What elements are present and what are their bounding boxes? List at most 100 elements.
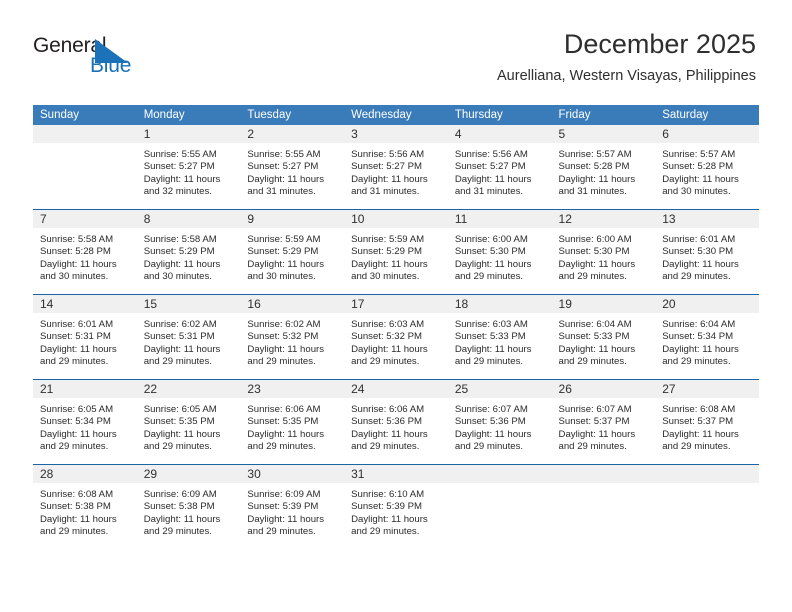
day-cell-inner: 25 Sunrise: 6:07 AM Sunset: 5:36 PM Dayligh… [447,380,552,464]
sunrise-text: Sunrise: 5:55 AM [247,149,321,160]
sunset-text: Sunset: 5:33 PM [454,331,526,343]
day-details: Sunrise: 6:06 AM Sunset: 5:36 PM Daylight:… [344,398,448,454]
calendar-day-cell[interactable]: 30 Sunrise: 6:09 AM Sunset: 5:39 PM Dayligh… [240,464,345,549]
day-number: 11 [447,210,552,228]
daylight-text-line2: and 31 minutes. [247,186,316,198]
daylight-text-line2: and 29 minutes. [351,356,420,368]
sunset-text: Sunset: 5:35 PM [143,416,215,428]
day-cell-inner: 13 Sunrise: 6:01 AM Sunset: 5:30 PM Dayligh… [655,210,759,294]
sunset-text: Sunset: 5:27 PM [454,161,526,173]
calendar-day-cell[interactable]: 28 Sunrise: 6:08 AM Sunset: 5:38 PM Dayligh… [33,464,137,549]
sunset-text: Sunset: 5:33 PM [558,331,630,343]
calendar-day-cell[interactable]: 8 Sunrise: 5:58 AM Sunset: 5:29 PM Daylight… [136,209,241,295]
calendar-week-row: 14 Sunrise: 6:01 AM Sunset: 5:31 PM Dayligh… [33,294,759,380]
calendar-day-cell[interactable]: 1 Sunrise: 5:55 AM Sunset: 5:27 PM Daylight… [136,125,241,210]
daylight-text-line2: and 29 minutes. [143,526,212,538]
brand-name-blue: Blue [90,54,132,77]
calendar-day-cell[interactable]: 14 Sunrise: 6:01 AM Sunset: 5:31 PM Dayligh… [33,294,137,380]
daylight-text-line2: and 29 minutes. [662,441,731,453]
daylight-text-line2: and 29 minutes. [454,441,524,453]
calendar-day-cell[interactable]: 15 Sunrise: 6:02 AM Sunset: 5:31 PM Dayligh… [136,294,241,380]
calendar-day-cell[interactable]: 6 Sunrise: 5:57 AM Sunset: 5:28 PM Daylight… [655,125,759,210]
daylight-text-line1: Daylight: 11 hours [247,428,325,440]
calendar-day-cell[interactable]: 2 Sunrise: 5:55 AM Sunset: 5:27 PM Daylight… [240,125,345,210]
day-cell-inner [551,465,656,549]
sunrise-text: Sunrise: 6:02 AM [247,319,321,330]
day-number: 3 [344,125,448,143]
day-details: Sunrise: 5:58 AM Sunset: 5:28 PM Daylight:… [33,228,137,284]
daylight-text-line1: Daylight: 11 hours [454,173,532,185]
calendar-day-cell[interactable]: 20 Sunrise: 6:04 AM Sunset: 5:34 PM Dayligh… [655,294,759,380]
calendar-day-cell[interactable]: 3 Sunrise: 5:56 AM Sunset: 5:27 PM Daylight… [344,125,448,210]
calendar-day-cell[interactable]: 18 Sunrise: 6:03 AM Sunset: 5:33 PM Dayligh… [447,294,552,380]
day-number: 24 [344,380,448,398]
calendar-cell-empty [551,464,656,549]
daylight-text-line1: Daylight: 11 hours [247,173,325,185]
daylight-text-line1: Daylight: 11 hours [454,258,532,270]
day-number: 10 [344,210,448,228]
daylight-text-line1: Daylight: 11 hours [558,258,636,270]
calendar-day-cell[interactable]: 11 Sunrise: 6:00 AM Sunset: 5:30 PM Dayligh… [447,209,552,295]
calendar-day-cell[interactable]: 23 Sunrise: 6:06 AM Sunset: 5:35 PM Dayligh… [240,379,345,465]
calendar-day-cell[interactable]: 29 Sunrise: 6:09 AM Sunset: 5:38 PM Dayligh… [136,464,241,549]
daylight-text-line2: and 30 minutes. [247,271,316,283]
day-details: Sunrise: 5:55 AM Sunset: 5:27 PM Daylight:… [137,143,241,199]
day-details: Sunrise: 6:06 AM Sunset: 5:35 PM Daylight:… [240,398,344,454]
calendar-day-cell[interactable]: 21 Sunrise: 6:05 AM Sunset: 5:34 PM Dayligh… [33,379,137,465]
daylight-text-line1: Daylight: 11 hours [247,343,325,355]
sunset-text: Sunset: 5:30 PM [662,246,734,258]
calendar-day-cell[interactable]: 17 Sunrise: 6:03 AM Sunset: 5:32 PM Dayligh… [344,294,448,380]
daylight-text-line2: and 29 minutes. [247,441,316,453]
calendar-week-row: 28 Sunrise: 6:08 AM Sunset: 5:38 PM Dayligh… [33,464,759,549]
sunset-text: Sunset: 5:28 PM [558,161,630,173]
day-details: Sunrise: 6:03 AM Sunset: 5:33 PM Daylight:… [448,313,552,369]
day-number [655,465,759,483]
daylight-text-line2: and 31 minutes. [351,186,420,198]
day-number: 25 [447,380,552,398]
calendar-day-cell[interactable]: 12 Sunrise: 6:00 AM Sunset: 5:30 PM Dayligh… [551,209,656,295]
calendar-day-cell[interactable]: 31 Sunrise: 6:10 AM Sunset: 5:39 PM Dayligh… [344,464,448,549]
calendar-day-cell[interactable]: 26 Sunrise: 6:07 AM Sunset: 5:37 PM Dayligh… [551,379,656,465]
calendar-day-cell[interactable]: 16 Sunrise: 6:02 AM Sunset: 5:32 PM Dayligh… [240,294,345,380]
daylight-text-line1: Daylight: 11 hours [662,428,739,440]
calendar-day-cell[interactable]: 19 Sunrise: 6:04 AM Sunset: 5:33 PM Dayligh… [551,294,656,380]
sunrise-text: Sunrise: 6:00 AM [558,234,632,245]
day-details: Sunrise: 6:08 AM Sunset: 5:37 PM Daylight:… [655,398,759,454]
daylight-text-line2: and 32 minutes. [143,186,212,198]
calendar-day-cell[interactable]: 9 Sunrise: 5:59 AM Sunset: 5:29 PM Daylight… [240,209,345,295]
calendar-day-cell[interactable]: 4 Sunrise: 5:56 AM Sunset: 5:27 PM Daylight… [447,125,552,210]
daylight-text-line1: Daylight: 11 hours [662,343,739,355]
page-subtitle: Aurelliana, Western Visayas, Philippines [497,68,756,84]
day-number [551,465,656,483]
calendar-day-cell[interactable]: 7 Sunrise: 5:58 AM Sunset: 5:28 PM Daylight… [33,209,137,295]
calendar-day-cell[interactable]: 22 Sunrise: 6:05 AM Sunset: 5:35 PM Dayligh… [136,379,241,465]
calendar-cell-empty [33,125,137,210]
day-cell-inner: 6 Sunrise: 5:57 AM Sunset: 5:28 PM Daylight… [655,125,759,209]
daylight-text-line1: Daylight: 11 hours [247,258,325,270]
weekday-header-wednesday: Wednesday [344,105,448,125]
day-cell-inner [655,465,759,549]
sunset-text: Sunset: 5:27 PM [351,161,423,173]
daylight-text-line1: Daylight: 11 hours [351,173,428,185]
day-number: 13 [655,210,759,228]
day-number: 5 [551,125,656,143]
calendar-day-cell[interactable]: 10 Sunrise: 5:59 AM Sunset: 5:29 PM Dayligh… [344,209,448,295]
calendar-day-cell[interactable]: 5 Sunrise: 5:57 AM Sunset: 5:28 PM Daylight… [551,125,656,210]
day-details: Sunrise: 6:04 AM Sunset: 5:34 PM Daylight:… [655,313,759,369]
brand-logo[interactable]: General Blue [33,34,213,84]
sunset-text: Sunset: 5:32 PM [247,331,319,343]
day-cell-inner: 14 Sunrise: 6:01 AM Sunset: 5:31 PM Dayligh… [33,295,137,379]
day-number: 15 [136,295,241,313]
day-number: 1 [136,125,241,143]
day-details: Sunrise: 6:01 AM Sunset: 5:31 PM Daylight:… [33,313,137,369]
calendar-day-cell[interactable]: 27 Sunrise: 6:08 AM Sunset: 5:37 PM Dayligh… [655,379,759,465]
calendar-day-cell[interactable]: 13 Sunrise: 6:01 AM Sunset: 5:30 PM Dayligh… [655,209,759,295]
day-cell-inner: 23 Sunrise: 6:06 AM Sunset: 5:35 PM Dayligh… [240,380,345,464]
calendar-day-cell[interactable]: 24 Sunrise: 6:06 AM Sunset: 5:36 PM Dayligh… [344,379,448,465]
calendar-day-cell[interactable]: 25 Sunrise: 6:07 AM Sunset: 5:36 PM Dayligh… [447,379,552,465]
daylight-text-line1: Daylight: 11 hours [558,343,636,355]
day-details: Sunrise: 6:07 AM Sunset: 5:37 PM Daylight:… [552,398,656,454]
sunset-text: Sunset: 5:38 PM [143,501,215,513]
daylight-text-line1: Daylight: 11 hours [143,173,221,185]
sunrise-text: Sunrise: 6:04 AM [558,319,632,330]
